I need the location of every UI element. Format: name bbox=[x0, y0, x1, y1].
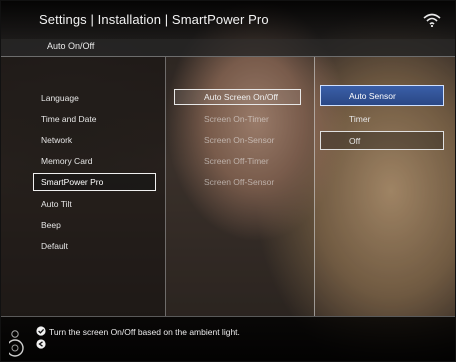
submenu-item-screen-off-sensor[interactable]: Screen Off-Sensor bbox=[204, 177, 274, 187]
auto-on-off-options-panel: Auto Sensor Timer Off bbox=[315, 57, 455, 316]
menu-item-default[interactable]: Default bbox=[41, 241, 68, 251]
settings-category-panel: Language Time and Date Network Memory Ca… bbox=[1, 57, 166, 316]
submenu-item-auto-screen-on-off[interactable]: Auto Screen On/Off bbox=[204, 92, 278, 102]
menu-item-network[interactable]: Network bbox=[41, 135, 72, 145]
breadcrumb: Auto On/Off bbox=[1, 39, 455, 57]
page-title: Settings | Installation | SmartPower Pro bbox=[39, 12, 269, 27]
smartpower-submenu-panel: Auto Screen On/Off Screen On-Timer Scree… bbox=[166, 57, 315, 316]
title-bar: Settings | Installation | SmartPower Pro bbox=[1, 1, 455, 39]
submenu-item-screen-off-timer[interactable]: Screen Off-Timer bbox=[204, 156, 269, 166]
menu-item-beep[interactable]: Beep bbox=[41, 220, 61, 230]
help-text: Turn the screen On/Off based on the ambi… bbox=[49, 327, 240, 337]
ok-icon bbox=[36, 326, 46, 336]
menu-item-time-and-date[interactable]: Time and Date bbox=[41, 114, 96, 124]
help-bar: Turn the screen On/Off based on the ambi… bbox=[1, 316, 455, 361]
option-auto-sensor[interactable]: Auto Sensor bbox=[349, 91, 396, 101]
section-subtitle: Auto On/Off bbox=[47, 41, 95, 51]
submenu-item-screen-on-sensor[interactable]: Screen On-Sensor bbox=[204, 135, 274, 145]
menu-item-memory-card[interactable]: Memory Card bbox=[41, 156, 92, 166]
back-icon bbox=[36, 339, 46, 349]
option-timer[interactable]: Timer bbox=[349, 114, 370, 124]
option-off-current[interactable] bbox=[320, 131, 444, 150]
menu-item-language[interactable]: Language bbox=[41, 93, 79, 103]
menu-item-auto-tilt[interactable]: Auto Tilt bbox=[41, 199, 72, 209]
navigation-ring-icon bbox=[9, 330, 24, 357]
option-off[interactable]: Off bbox=[349, 136, 360, 146]
submenu-item-screen-on-timer[interactable]: Screen On-Timer bbox=[204, 114, 269, 124]
wifi-icon bbox=[423, 13, 441, 27]
photo-frame-screen: Language Time and Date Network Memory Ca… bbox=[0, 0, 456, 362]
menu-item-smartpower-pro[interactable]: SmartPower Pro bbox=[41, 177, 103, 187]
